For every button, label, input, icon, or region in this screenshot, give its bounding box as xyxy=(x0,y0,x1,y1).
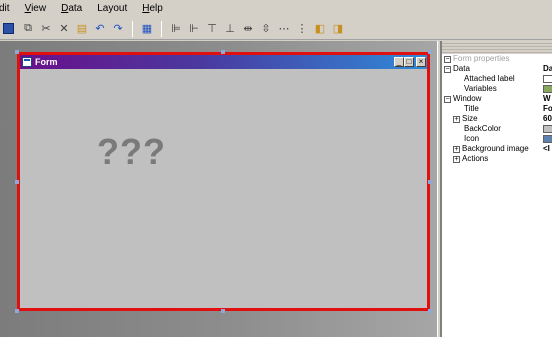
toolbar-separator xyxy=(161,20,162,37)
menu-help[interactable]: Help xyxy=(142,0,163,18)
form-window[interactable]: Form _ □ × ??? xyxy=(17,52,430,311)
paste-icon[interactable]: ▤ xyxy=(74,21,90,37)
distribute-vertical-icon[interactable]: ⋮ xyxy=(294,21,310,37)
variables-icon[interactable] xyxy=(543,85,552,93)
form-title-bar[interactable]: Form _ □ × xyxy=(20,55,427,69)
expand-icon[interactable]: + xyxy=(453,115,460,123)
align-left-icon[interactable]: ⊫ xyxy=(168,21,184,37)
form-icon-preview[interactable] xyxy=(543,135,552,143)
expand-icon[interactable]: + xyxy=(453,155,460,163)
toolbar: ⧉ ✂ ✕ ▤ ↶ ↷ ▦ ⊫ ⊩ ⊤ ⊥ ⇹ ⇳ ⋯ ⋮ ◧ ◨ xyxy=(0,18,552,40)
property-group-data[interactable]: − Data Da xyxy=(442,64,552,74)
minimize-icon[interactable]: _ xyxy=(394,57,404,67)
undo-icon[interactable]: ↶ xyxy=(92,21,108,37)
center-vertical-icon[interactable]: ⇳ xyxy=(258,21,274,37)
menu-bar: dit View Data Layout Help xyxy=(0,0,552,18)
property-title[interactable]: Title Fo xyxy=(442,104,552,114)
property-group-window[interactable]: − Window W xyxy=(442,94,552,104)
property-icon[interactable]: Icon xyxy=(442,134,552,144)
toolbar-separator xyxy=(132,20,133,37)
cut-icon[interactable]: ✂ xyxy=(38,21,54,37)
resize-handle-bottom[interactable] xyxy=(221,309,225,313)
save-icon[interactable] xyxy=(3,23,14,34)
color-swatch[interactable] xyxy=(543,125,552,133)
close-icon[interactable]: × xyxy=(416,57,426,67)
delete-icon[interactable]: ✕ xyxy=(56,21,72,37)
resize-handle-right[interactable] xyxy=(428,180,432,184)
align-right-icon[interactable]: ⊩ xyxy=(186,21,202,37)
collapse-icon[interactable]: − xyxy=(444,65,451,73)
property-actions[interactable]: + Actions xyxy=(442,154,552,164)
collapse-icon[interactable]: − xyxy=(444,95,451,103)
properties-panel: − Form properties − Data Da Attached lab… xyxy=(441,41,552,337)
distribute-icon[interactable]: ⋯ xyxy=(276,21,292,37)
form-title: Form xyxy=(35,57,58,67)
bring-front-icon[interactable]: ◧ xyxy=(312,21,328,37)
maximize-icon[interactable]: □ xyxy=(404,57,414,67)
property-variables[interactable]: Variables xyxy=(442,84,552,94)
property-size[interactable]: + Size 60 xyxy=(442,114,552,124)
redo-icon[interactable]: ↷ xyxy=(110,21,126,37)
pencil-icon[interactable] xyxy=(543,75,552,83)
menu-data[interactable]: Data xyxy=(61,0,82,18)
align-top-icon[interactable]: ⊤ xyxy=(204,21,220,37)
property-attached-label[interactable]: Attached label xyxy=(442,74,552,84)
center-horizontal-icon[interactable]: ⇹ xyxy=(240,21,256,37)
panel-grip xyxy=(442,41,552,54)
form-window-icon xyxy=(22,57,32,67)
property-backcolor[interactable]: BackColor xyxy=(442,124,552,134)
form-placeholder-text: ??? xyxy=(97,131,166,172)
copy-icon[interactable]: ⧉ xyxy=(20,21,36,37)
send-back-icon[interactable]: ◨ xyxy=(330,21,346,37)
menu-view[interactable]: View xyxy=(25,0,47,18)
menu-edit[interactable]: dit xyxy=(0,0,10,18)
resize-handle-bottom-left[interactable] xyxy=(15,309,19,313)
resize-handle-top-left[interactable] xyxy=(15,50,19,54)
property-background-image[interactable]: + Background image <I xyxy=(442,144,552,154)
grid-icon[interactable]: ▦ xyxy=(139,21,155,37)
resize-handle-top-right[interactable] xyxy=(428,50,432,54)
properties-header: − Form properties xyxy=(444,54,510,63)
design-canvas[interactable]: Form _ □ × ??? xyxy=(0,41,437,337)
resize-handle-bottom-right[interactable] xyxy=(428,309,432,313)
resize-handle-top[interactable] xyxy=(221,50,225,54)
expand-icon[interactable]: + xyxy=(453,145,460,153)
collapse-icon[interactable]: − xyxy=(444,55,451,63)
align-bottom-icon[interactable]: ⊥ xyxy=(222,21,238,37)
resize-handle-left[interactable] xyxy=(15,180,19,184)
menu-layout[interactable]: Layout xyxy=(97,0,127,18)
